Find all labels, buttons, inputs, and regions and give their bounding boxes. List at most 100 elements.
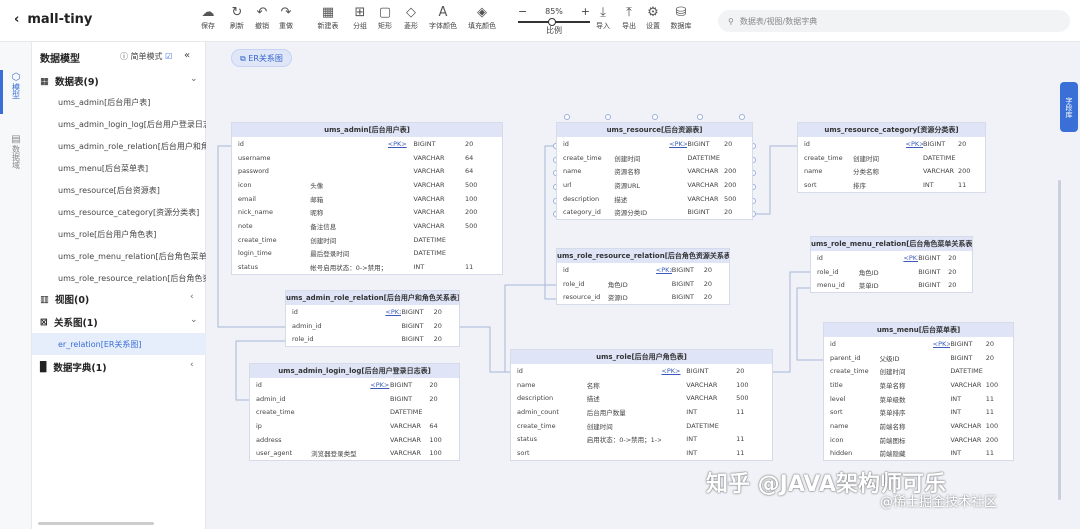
search-box[interactable]: ⚲ 数据表/视图/数据字典 bbox=[718, 10, 1070, 32]
er-table-row[interactable]: icon 头像 VARCHAR 500 bbox=[232, 178, 502, 192]
vertical-scrollbar[interactable] bbox=[1058, 180, 1061, 500]
er-table-row[interactable]: resource_id 资源ID BIGINT 20 bbox=[557, 290, 729, 304]
er-table-row[interactable]: category_id 资源分类ID BIGINT 20 bbox=[557, 205, 752, 219]
table-list-item[interactable]: ums_role_menu_relation[后台角色菜单关系表] bbox=[58, 251, 206, 262]
er-table-row[interactable]: name 资源名称 VARCHAR 200 bbox=[557, 164, 752, 178]
er-table-row[interactable]: role_id 角色ID BIGINT 20 bbox=[557, 277, 729, 291]
er-table-row[interactable]: admin_count 后台用户数量 INT 11 bbox=[511, 405, 772, 419]
table-list-item[interactable]: ums_admin_login_log[后台用户登录日志表] bbox=[58, 119, 206, 130]
zoom-control[interactable]: − 85% + 比例 bbox=[518, 5, 590, 36]
table-list-item[interactable]: ums_admin_role_relation[后台用户和角色关系表] bbox=[58, 141, 206, 152]
er-table-row[interactable]: hidden 前端隐藏 INT 11 bbox=[824, 447, 1013, 461]
er-table-row[interactable]: create_time 创建时间 DATETIME bbox=[232, 233, 502, 247]
er-table-row[interactable]: admin_id BIGINT 20 bbox=[286, 319, 459, 333]
fill-color-button[interactable]: ◈ 填充颜色 bbox=[467, 5, 497, 31]
zoom-out-button[interactable]: − bbox=[518, 5, 527, 18]
er-table-row[interactable]: id<PK>BIGINT20 bbox=[811, 251, 972, 265]
tab-er-diagram[interactable]: ⧉ ER关系图 bbox=[231, 49, 292, 67]
table-list-item[interactable]: ums_resource[后台资源表] bbox=[58, 185, 206, 196]
er-table-row[interactable]: admin_id BIGINT 20 bbox=[250, 392, 459, 406]
er-table-row[interactable]: url 资源URL VARCHAR 200 bbox=[557, 178, 752, 192]
er-table-row[interactable]: create_time DATETIME bbox=[250, 405, 459, 419]
field-library-tab[interactable]: 字段库 bbox=[1060, 82, 1078, 132]
er-table-row[interactable]: id<PK>BIGINT20 bbox=[286, 305, 459, 319]
er-table-row[interactable]: email 邮箱 VARCHAR 100 bbox=[232, 192, 502, 206]
database-button[interactable]: ⛁ 数据库 bbox=[666, 5, 696, 31]
cloud-save-button[interactable]: ☁ 保存 bbox=[193, 5, 223, 31]
er-table-row[interactable]: status 启用状态：0->禁用；1->启用 INT 11 bbox=[511, 432, 772, 446]
search-input[interactable]: 数据表/视图/数据字典 bbox=[740, 16, 817, 27]
zoom-slider-handle[interactable] bbox=[548, 18, 556, 26]
er-table[interactable]: ums_resource[后台资源表] id <PK> BIGINT 20 create_… bbox=[556, 122, 753, 221]
er-table-row[interactable]: id<PK>BIGINT20 bbox=[250, 378, 459, 392]
er-table-row[interactable]: name 分类名称 VARCHAR 200 bbox=[798, 164, 985, 178]
relation-item[interactable]: er_relation[ER关系图] bbox=[58, 339, 206, 350]
er-table-row[interactable]: id<PK>BIGINT20 bbox=[798, 137, 985, 151]
er-table-row[interactable]: role_id 角色ID BIGINT 20 bbox=[811, 265, 972, 279]
redo-button[interactable]: ↷ 重做 bbox=[271, 5, 301, 31]
er-table-row[interactable]: description 描述 VARCHAR 500 bbox=[511, 391, 772, 405]
er-table-row[interactable]: login_time 最后登录时间 DATETIME bbox=[232, 247, 502, 261]
collapse-panel-icon[interactable]: « bbox=[184, 50, 190, 61]
diamond-button[interactable]: ◇ 菱形 bbox=[396, 5, 426, 31]
rail-item-model[interactable]: ⬡ 模型 bbox=[6, 72, 26, 99]
back-arrow-icon[interactable]: ‹ bbox=[14, 12, 19, 27]
er-table-row[interactable]: icon 前端图标 VARCHAR 200 bbox=[824, 433, 1013, 447]
er-table-row[interactable]: role_id BIGINT 20 bbox=[286, 332, 459, 346]
er-table-row[interactable]: status 帐号启用状态：0->禁用；1->启用 INT 11 bbox=[232, 260, 502, 274]
er-table-row[interactable]: id<PK>BIGINT20 bbox=[824, 337, 1013, 351]
er-table[interactable]: ums_role_resource_relation[后台角色资源关系表] id <… bbox=[556, 248, 730, 306]
er-table-row[interactable]: ip VARCHAR 64 bbox=[250, 419, 459, 433]
table-list-item[interactable]: ums_role_resource_relation[后台角色资源关系表] bbox=[58, 273, 206, 284]
er-table-row[interactable]: level 菜单级数 INT 11 bbox=[824, 392, 1013, 406]
er-table-row[interactable]: parent_id 父级ID BIGINT 20 bbox=[824, 351, 1013, 365]
chevron-down-icon[interactable]: ⌄ bbox=[190, 74, 198, 84]
er-table-row[interactable]: address VARCHAR 100 bbox=[250, 433, 459, 447]
er-table-row[interactable]: menu_id 菜单ID BIGINT 20 bbox=[811, 278, 972, 292]
zoom-slider[interactable] bbox=[518, 18, 590, 26]
er-table-row[interactable]: name 名称 VARCHAR 100 bbox=[511, 378, 772, 392]
er-table-row[interactable]: create_time 创建时间 DATETIME bbox=[511, 419, 772, 433]
er-table-row[interactable]: note 备注信息 VARCHAR 500 bbox=[232, 219, 502, 233]
er-table-row[interactable]: create_time 创建时间 DATETIME bbox=[824, 364, 1013, 378]
relations-section[interactable]: ⊠ 关系图(1) bbox=[40, 315, 98, 330]
er-table[interactable]: ums_menu[后台菜单表] id <PK> BIGINT 20 parent_id 父级… bbox=[823, 322, 1014, 462]
er-table[interactable]: ums_admin[后台用户表] id <PK> BIGINT 20 username VA… bbox=[231, 122, 503, 275]
horizontal-scrollbar[interactable] bbox=[38, 522, 154, 525]
er-table-row[interactable]: sort 菜单排序 INT 11 bbox=[824, 405, 1013, 419]
table-list-item[interactable]: ums_menu[后台菜单表] bbox=[58, 163, 206, 174]
er-table-row[interactable]: title 菜单名称 VARCHAR 100 bbox=[824, 378, 1013, 392]
chevron-left-icon[interactable]: ‹ bbox=[190, 292, 194, 302]
er-table-row[interactable]: username VARCHAR 64 bbox=[232, 151, 502, 165]
chevron-left-icon[interactable]: ‹ bbox=[190, 360, 194, 370]
er-table-row[interactable]: name 前端名称 VARCHAR 100 bbox=[824, 419, 1013, 433]
er-table-row[interactable]: password VARCHAR 64 bbox=[232, 164, 502, 178]
chevron-down-icon[interactable]: ⌄ bbox=[190, 315, 198, 325]
table-list-item[interactable]: ums_role[后台用户角色表] bbox=[58, 229, 206, 240]
er-table[interactable]: ums_role[后台用户角色表] id <PK> BIGINT 20 name 名称 VAR… bbox=[510, 349, 773, 461]
table-list-item[interactable]: ums_admin[后台用户表] bbox=[58, 97, 206, 108]
tables-section[interactable]: ▦ 数据表(9) bbox=[40, 74, 99, 89]
checkbox-icon[interactable]: ☑ bbox=[165, 52, 172, 61]
font-color-button[interactable]: A 字体颜色 bbox=[428, 5, 458, 31]
rail-item-dict[interactable]: ▤ 数据域 bbox=[6, 134, 26, 169]
er-table-row[interactable]: nick_name 昵称 VARCHAR 200 bbox=[232, 205, 502, 219]
views-section[interactable]: ▥ 视图(0) bbox=[40, 292, 89, 307]
er-table-row[interactable]: user_agent 浏览器登录类型 VARCHAR 100 bbox=[250, 446, 459, 460]
er-table-row[interactable]: create_time 创建时间 DATETIME bbox=[557, 151, 752, 165]
er-table-row[interactable]: id<PK>BIGINT20 bbox=[557, 263, 729, 277]
er-table[interactable]: ums_admin_login_log[后台用户登录日志表] id <PK> BIGI… bbox=[249, 363, 460, 462]
table-list-item[interactable]: ums_resource_category[资源分类表] bbox=[58, 207, 206, 218]
er-table-row[interactable]: create_time 创建时间 DATETIME bbox=[798, 151, 985, 165]
er-table[interactable]: ums_admin_role_relation[后台用户和角色关系表] id <PK… bbox=[285, 290, 460, 348]
er-table-row[interactable]: id<PK>BIGINT20 bbox=[557, 137, 752, 151]
er-table-row[interactable]: id<PK>BIGINT20 bbox=[232, 137, 502, 151]
er-table-row[interactable]: id<PK>BIGINT20 bbox=[511, 364, 772, 378]
er-table-row[interactable]: description 描述 VARCHAR 500 bbox=[557, 192, 752, 206]
er-table[interactable]: ums_resource_category[资源分类表] id <PK> BIGINT… bbox=[797, 122, 986, 193]
simple-mode-toggle[interactable]: ⓘ 简单模式 ☑ bbox=[120, 51, 172, 62]
zoom-in-button[interactable]: + bbox=[581, 5, 590, 18]
new-table-button[interactable]: ▦ 新建表 bbox=[313, 5, 343, 31]
er-table-row[interactable]: sort 排序 INT 11 bbox=[798, 178, 985, 192]
er-table-row[interactable]: sort INT 11 bbox=[511, 446, 772, 460]
